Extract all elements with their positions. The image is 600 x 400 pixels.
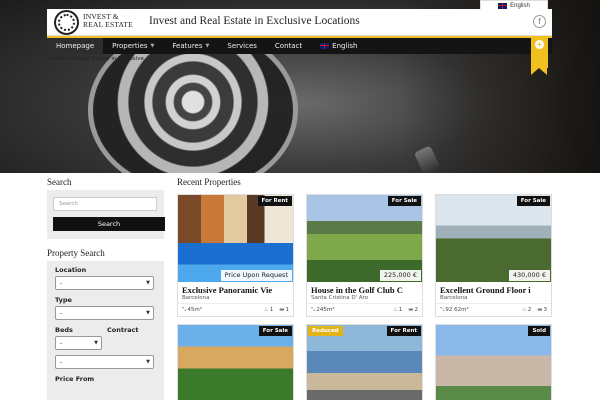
chevron-down-icon: ▼ bbox=[94, 340, 98, 346]
price-tag: 225,000 € bbox=[379, 270, 421, 281]
price-tag: Price Upon Request bbox=[220, 270, 292, 281]
location-select[interactable]: - ▼ bbox=[55, 276, 154, 290]
property-search-form: Location - ▼ Type - ▼ Beds Contract - ▼ - ▼ … bbox=[47, 261, 164, 400]
site-header: INVEST & REAL ESTATE Invest and Real Est… bbox=[47, 9, 552, 36]
bed-icon: ▬ bbox=[537, 307, 543, 313]
property-title[interactable]: Exclusive Panoramic Vie bbox=[178, 282, 293, 294]
nav-features[interactable]: Features ▼ bbox=[163, 38, 218, 54]
status-badge: For Rent bbox=[257, 196, 292, 206]
property-image[interactable]: For Rent Price Upon Request bbox=[178, 195, 293, 282]
property-card[interactable]: For Sale bbox=[177, 324, 294, 400]
property-image[interactable]: Reduced For Rent bbox=[307, 325, 422, 400]
chevron-down-icon: ▼ bbox=[146, 310, 150, 316]
chevron-down-icon: ▼ bbox=[205, 43, 210, 49]
status-badge: For Sale bbox=[516, 196, 550, 206]
status-badge: For Sale bbox=[258, 326, 292, 336]
property-search-title: Property Search bbox=[47, 248, 105, 258]
chevron-down-icon: ▼ bbox=[146, 280, 150, 286]
bath-icon: ♨ bbox=[392, 307, 398, 313]
property-beds: 3 bbox=[543, 307, 548, 313]
bed-icon: ▬ bbox=[279, 307, 285, 313]
logo-text[interactable]: INVEST & REAL ESTATE bbox=[83, 13, 133, 29]
breadcrumb: Invest and Real Estate in Exclusive bbox=[48, 56, 144, 62]
property-area: 92.62m² bbox=[445, 306, 469, 313]
status-badge: Sold bbox=[528, 326, 550, 336]
main-nav: Homepage Properties ▼ Features ▼ Services … bbox=[47, 36, 552, 54]
type-label: Type bbox=[55, 296, 72, 304]
beds-select[interactable]: - ▼ bbox=[55, 336, 102, 350]
nav-properties[interactable]: Properties ▼ bbox=[103, 38, 163, 54]
property-card[interactable]: Sold bbox=[435, 324, 552, 400]
search-button[interactable]: Search bbox=[53, 217, 165, 231]
property-card[interactable]: Reduced For Rent bbox=[306, 324, 423, 400]
property-title[interactable]: House in the Golf Club C bbox=[307, 282, 422, 294]
property-card[interactable]: For Sale 430,000 € Excellent Ground Floo… bbox=[435, 194, 552, 317]
uk-flag-icon bbox=[498, 2, 508, 9]
nav-language[interactable]: English bbox=[311, 38, 366, 54]
area-icon: ⤡ bbox=[182, 306, 187, 313]
location-label: Location bbox=[55, 266, 87, 274]
chevron-down-icon: ▼ bbox=[146, 359, 150, 365]
nav-homepage[interactable]: Homepage bbox=[47, 38, 104, 54]
property-card[interactable]: For Sale 225,000 € House in the Golf Clu… bbox=[306, 194, 423, 317]
property-location: Barcelona bbox=[178, 294, 293, 304]
property-baths: 1 bbox=[269, 307, 274, 313]
search-widget: Search Search bbox=[47, 190, 165, 239]
type-select[interactable]: - ▼ bbox=[55, 306, 154, 320]
property-area: 45m² bbox=[187, 306, 202, 313]
search-widget-title: Search bbox=[47, 177, 72, 187]
property-image[interactable]: Sold bbox=[436, 325, 551, 400]
property-location: Santa Cristina D' Aro bbox=[307, 294, 422, 304]
price-from-label: Price From bbox=[55, 375, 95, 383]
property-beds: 2 bbox=[414, 307, 419, 313]
nav-contact[interactable]: Contact bbox=[266, 38, 311, 54]
status-badge: For Sale bbox=[387, 196, 421, 206]
property-title[interactable]: Excellent Ground Floor i bbox=[436, 282, 551, 294]
contract-select[interactable]: - ▼ bbox=[55, 355, 154, 369]
contract-label: Contract bbox=[107, 326, 139, 334]
chevron-down-icon: ▼ bbox=[150, 43, 155, 49]
search-input[interactable]: Search bbox=[53, 197, 157, 211]
beds-label: Beds bbox=[55, 326, 73, 334]
plus-icon: + bbox=[535, 40, 544, 49]
sidebar: Search Search Search Property Search Loc… bbox=[47, 175, 165, 400]
reduced-badge: Reduced bbox=[308, 326, 343, 336]
area-icon: ⤡ bbox=[311, 306, 316, 313]
bath-icon: ♨ bbox=[521, 307, 527, 313]
property-location: Barcelona bbox=[436, 294, 551, 304]
property-beds: 1 bbox=[285, 307, 290, 313]
property-baths: 2 bbox=[527, 307, 532, 313]
recent-properties-title: Recent Properties bbox=[177, 177, 241, 187]
property-image[interactable]: For Sale 430,000 € bbox=[436, 195, 551, 282]
site-title: Invest and Real Estate in Exclusive Loca… bbox=[149, 15, 360, 27]
facebook-icon[interactable]: f bbox=[533, 15, 546, 28]
status-badge: For Rent bbox=[386, 326, 421, 336]
area-icon: ⤡ bbox=[440, 306, 445, 313]
property-image[interactable]: For Sale bbox=[178, 325, 293, 400]
property-card[interactable]: For Rent Price Upon Request Exclusive Pa… bbox=[177, 194, 294, 317]
price-tag: 430,000 € bbox=[508, 270, 550, 281]
bed-icon: ▬ bbox=[408, 307, 414, 313]
bookmark-ribbon[interactable]: + bbox=[531, 36, 548, 75]
property-baths: 1 bbox=[398, 307, 403, 313]
property-area: 245m² bbox=[316, 306, 335, 313]
logo-icon[interactable] bbox=[54, 10, 79, 35]
bath-icon: ♨ bbox=[263, 307, 269, 313]
nav-services[interactable]: Services bbox=[218, 38, 266, 54]
property-image[interactable]: For Sale 225,000 € bbox=[307, 195, 422, 282]
uk-flag-icon bbox=[320, 43, 330, 49]
